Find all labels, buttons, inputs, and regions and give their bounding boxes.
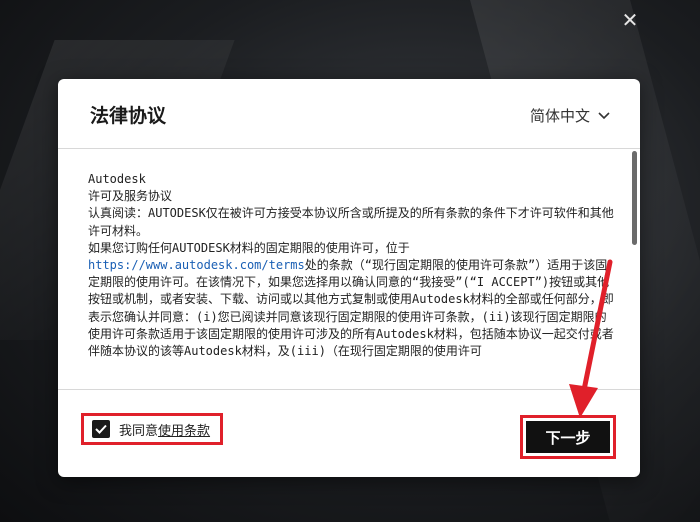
agree-prefix: 我同意 [119,423,159,439]
scrollbar-thumb[interactable] [632,151,637,245]
agreement-line: 许可及服务协议 [88,189,173,204]
footer-divider [58,389,640,390]
window-close-button[interactable]: ✕ [618,8,642,32]
terms-link[interactable]: https://www.autodesk.com/terms [88,258,305,272]
chevron-down-icon [598,111,610,119]
agreement-line: 认真阅读：AUTODESK仅在被许可方接受本协议所含或所提及的所有条款的条件下才… [88,206,614,238]
checkmark-icon [95,424,107,434]
legal-agreement-dialog: 法律协议 简体中文 Autodesk 许可及服务协议 认真阅读：AUTODESK… [58,79,640,477]
agreement-line: Autodesk [88,172,146,186]
agreement-text-area[interactable]: Autodesk 许可及服务协议 认真阅读：AUTODESK仅在被许可方接受本协… [88,171,618,385]
agree-terms-highlight: 我同意使用条款 [81,413,223,445]
close-icon: ✕ [621,8,639,32]
language-select[interactable]: 简体中文 [530,105,610,126]
agree-label: 我同意使用条款 [119,420,210,439]
next-button-highlight: 下一步 [520,415,616,459]
agreement-scrollbar[interactable] [632,149,638,384]
agreement-body-text: 处的条款（“现行固定期限的使用许可条款”）适用于该固定期限的使用许可。在该情况下… [88,258,614,359]
agree-checkbox[interactable] [92,420,110,438]
terms-of-use-link[interactable]: 使用条款 [158,424,210,439]
dialog-title: 法律协议 [90,105,167,127]
header-divider [58,148,640,149]
language-select-value: 简体中文 [529,107,590,125]
agreement-line: 如果您订购任何AUTODESK材料的固定期限的使用许可，位于 [88,240,410,255]
agreement-paragraph: https://www.autodesk.com/terms处的条款（“现行固定… [88,257,618,360]
next-button[interactable]: 下一步 [526,421,610,453]
